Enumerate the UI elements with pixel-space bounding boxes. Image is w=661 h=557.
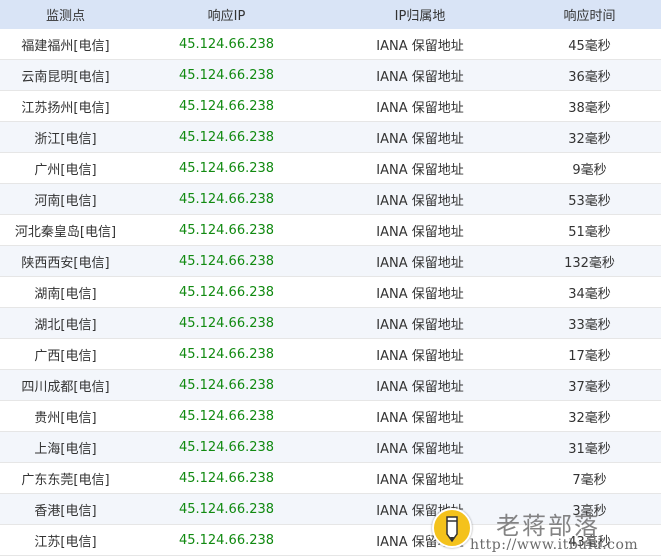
table-row: 云南昆明[电信] 45.124.66.238 IANA 保留地址 36毫秒 xyxy=(0,59,661,91)
location-cell: IANA 保留地址 xyxy=(322,214,518,246)
table-row: 贵州[电信] 45.124.66.238 IANA 保留地址 32毫秒 xyxy=(0,400,661,432)
response-time-cell: 53毫秒 xyxy=(518,183,661,215)
response-time-cell: 37毫秒 xyxy=(518,369,661,401)
response-time-cell: 51毫秒 xyxy=(518,214,661,246)
table-row: 江苏[电信] 45.124.66.238 IANA 保留地址 43毫秒 xyxy=(0,524,661,556)
table-row: 上海[电信] 45.124.66.238 IANA 保留地址 31毫秒 xyxy=(0,431,661,463)
ping-results-table: 监测点 响应IP IP归属地 响应时间 福建福州[电信] 45.124.66.23… xyxy=(0,0,661,556)
response-time-cell: 45毫秒 xyxy=(518,29,661,60)
table-row: 广州[电信] 45.124.66.238 IANA 保留地址 9毫秒 xyxy=(0,152,661,184)
node-cell: 云南昆明[电信] xyxy=(0,59,131,91)
node-cell: 江苏[电信] xyxy=(0,524,131,556)
ip-cell: 45.124.66.238 xyxy=(131,214,322,246)
response-time-cell: 3毫秒 xyxy=(518,493,661,525)
ip-cell: 45.124.66.238 xyxy=(131,462,322,494)
table-row: 香港[电信] 45.124.66.238 IANA 保留地址 3毫秒 xyxy=(0,493,661,525)
header-row: 监测点 响应IP IP归属地 响应时间 xyxy=(0,0,661,29)
ip-cell: 45.124.66.238 xyxy=(131,59,322,91)
node-cell: 江苏扬州[电信] xyxy=(0,90,131,122)
location-cell: IANA 保留地址 xyxy=(322,524,518,556)
node-cell: 香港[电信] xyxy=(0,493,131,525)
location-cell: IANA 保留地址 xyxy=(322,431,518,463)
ip-cell: 45.124.66.238 xyxy=(131,369,322,401)
table-body: 福建福州[电信] 45.124.66.238 IANA 保留地址 45毫秒 云南昆明[电… xyxy=(0,29,661,556)
ip-cell: 45.124.66.238 xyxy=(131,245,322,277)
table-row: 广东东莞[电信] 45.124.66.238 IANA 保留地址 7毫秒 xyxy=(0,462,661,494)
node-cell: 河北秦皇岛[电信] xyxy=(0,214,131,246)
response-time-cell: 132毫秒 xyxy=(518,245,661,277)
location-cell: IANA 保留地址 xyxy=(322,245,518,277)
table-row: 福建福州[电信] 45.124.66.238 IANA 保留地址 45毫秒 xyxy=(0,29,661,60)
node-cell: 广东东莞[电信] xyxy=(0,462,131,494)
node-cell: 广西[电信] xyxy=(0,338,131,370)
table-row: 河南[电信] 45.124.66.238 IANA 保留地址 53毫秒 xyxy=(0,183,661,215)
table-row: 陕西西安[电信] 45.124.66.238 IANA 保留地址 132毫秒 xyxy=(0,245,661,277)
location-cell: IANA 保留地址 xyxy=(322,152,518,184)
table-row: 江苏扬州[电信] 45.124.66.238 IANA 保留地址 38毫秒 xyxy=(0,90,661,122)
node-cell: 福建福州[电信] xyxy=(0,29,131,60)
location-cell: IANA 保留地址 xyxy=(322,183,518,215)
node-cell: 陕西西安[电信] xyxy=(0,245,131,277)
ip-cell: 45.124.66.238 xyxy=(131,493,322,525)
ip-cell: 45.124.66.238 xyxy=(131,121,322,153)
response-time-cell: 9毫秒 xyxy=(518,152,661,184)
response-time-cell: 32毫秒 xyxy=(518,400,661,432)
node-cell: 湖南[电信] xyxy=(0,276,131,308)
table-row: 湖北[电信] 45.124.66.238 IANA 保留地址 33毫秒 xyxy=(0,307,661,339)
response-time-cell: 38毫秒 xyxy=(518,90,661,122)
column-header-node: 监测点 xyxy=(0,0,131,29)
location-cell: IANA 保留地址 xyxy=(322,493,518,525)
ip-cell: 45.124.66.238 xyxy=(131,29,322,60)
column-header-time: 响应时间 xyxy=(518,0,661,29)
table-header: 监测点 响应IP IP归属地 响应时间 xyxy=(0,0,661,29)
ip-cell: 45.124.66.238 xyxy=(131,183,322,215)
table-row: 湖南[电信] 45.124.66.238 IANA 保留地址 34毫秒 xyxy=(0,276,661,308)
table-row: 河北秦皇岛[电信] 45.124.66.238 IANA 保留地址 51毫秒 xyxy=(0,214,661,246)
location-cell: IANA 保留地址 xyxy=(322,276,518,308)
response-time-cell: 17毫秒 xyxy=(518,338,661,370)
location-cell: IANA 保留地址 xyxy=(322,90,518,122)
response-time-cell: 33毫秒 xyxy=(518,307,661,339)
location-cell: IANA 保留地址 xyxy=(322,462,518,494)
location-cell: IANA 保留地址 xyxy=(322,400,518,432)
response-time-cell: 31毫秒 xyxy=(518,431,661,463)
table-row: 四川成都[电信] 45.124.66.238 IANA 保留地址 37毫秒 xyxy=(0,369,661,401)
ip-cell: 45.124.66.238 xyxy=(131,338,322,370)
location-cell: IANA 保留地址 xyxy=(322,29,518,60)
location-cell: IANA 保留地址 xyxy=(322,369,518,401)
ip-cell: 45.124.66.238 xyxy=(131,276,322,308)
table-row: 浙江[电信] 45.124.66.238 IANA 保留地址 32毫秒 xyxy=(0,121,661,153)
ip-cell: 45.124.66.238 xyxy=(131,524,322,556)
location-cell: IANA 保留地址 xyxy=(322,59,518,91)
response-time-cell: 7毫秒 xyxy=(518,462,661,494)
node-cell: 浙江[电信] xyxy=(0,121,131,153)
node-cell: 四川成都[电信] xyxy=(0,369,131,401)
node-cell: 湖北[电信] xyxy=(0,307,131,339)
ip-cell: 45.124.66.238 xyxy=(131,431,322,463)
node-cell: 贵州[电信] xyxy=(0,400,131,432)
node-cell: 广州[电信] xyxy=(0,152,131,184)
node-cell: 上海[电信] xyxy=(0,431,131,463)
location-cell: IANA 保留地址 xyxy=(322,338,518,370)
column-header-ip: 响应IP xyxy=(131,0,322,29)
response-time-cell: 36毫秒 xyxy=(518,59,661,91)
location-cell: IANA 保留地址 xyxy=(322,307,518,339)
response-time-cell: 43毫秒 xyxy=(518,524,661,556)
ip-cell: 45.124.66.238 xyxy=(131,152,322,184)
response-time-cell: 34毫秒 xyxy=(518,276,661,308)
response-time-cell: 32毫秒 xyxy=(518,121,661,153)
node-cell: 河南[电信] xyxy=(0,183,131,215)
ip-cell: 45.124.66.238 xyxy=(131,90,322,122)
location-cell: IANA 保留地址 xyxy=(322,121,518,153)
ip-cell: 45.124.66.238 xyxy=(131,400,322,432)
ip-cell: 45.124.66.238 xyxy=(131,307,322,339)
column-header-location: IP归属地 xyxy=(322,0,518,29)
table-row: 广西[电信] 45.124.66.238 IANA 保留地址 17毫秒 xyxy=(0,338,661,370)
